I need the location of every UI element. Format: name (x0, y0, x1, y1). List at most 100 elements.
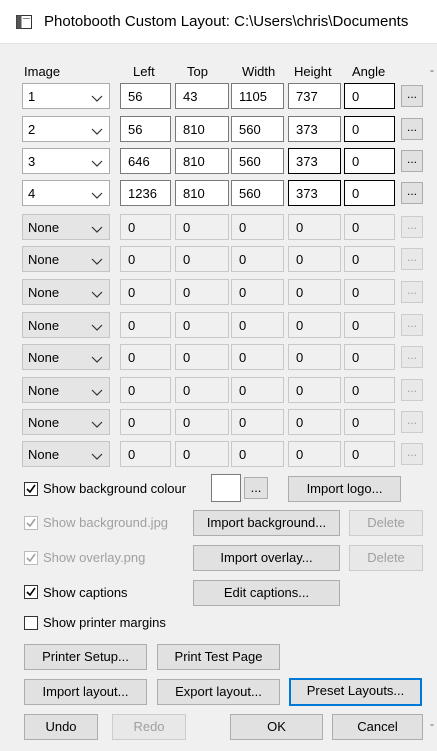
height-field[interactable]: 0 (288, 214, 341, 240)
browse-image-button[interactable]: ... (401, 281, 423, 303)
left-field[interactable]: 0 (120, 246, 171, 272)
left-field[interactable]: 0 (120, 344, 171, 370)
top-field[interactable]: 0 (175, 279, 229, 305)
height-field[interactable]: 0 (288, 409, 341, 435)
image-select[interactable]: None (22, 214, 110, 240)
height-field[interactable]: 0 (288, 246, 341, 272)
angle-field[interactable]: 0 (344, 441, 395, 467)
width-field[interactable]: 0 (231, 344, 284, 370)
angle-field[interactable]: 0 (344, 312, 395, 338)
image-select[interactable]: None (22, 441, 110, 467)
height-field[interactable]: 0 (288, 344, 341, 370)
top-field[interactable]: 810 (175, 180, 229, 206)
image-select[interactable]: 4 (22, 180, 110, 206)
browse-image-button[interactable]: ... (401, 443, 423, 465)
left-field[interactable]: 0 (120, 409, 171, 435)
top-field[interactable]: 0 (175, 214, 229, 240)
angle-field[interactable]: 0 (344, 409, 395, 435)
width-field[interactable]: 0 (231, 312, 284, 338)
width-field[interactable]: 0 (231, 409, 284, 435)
left-field[interactable]: 646 (120, 148, 171, 174)
width-field[interactable]: 560 (231, 116, 284, 142)
import-background-button[interactable]: Import background... (193, 510, 340, 536)
angle-field[interactable]: 0 (344, 116, 395, 142)
left-field[interactable]: 56 (120, 83, 171, 109)
browse-image-button[interactable]: ... (401, 346, 423, 368)
width-field[interactable]: 0 (231, 279, 284, 305)
width-field[interactable]: 560 (231, 148, 284, 174)
image-select[interactable]: None (22, 344, 110, 370)
angle-field[interactable]: 0 (344, 377, 395, 403)
width-field[interactable]: 560 (231, 180, 284, 206)
height-field[interactable]: 373 (288, 180, 341, 206)
export-layout-button[interactable]: Export layout... (157, 679, 280, 705)
image-select[interactable]: None (22, 312, 110, 338)
browse-image-button[interactable]: ... (401, 379, 423, 401)
width-field[interactable]: 0 (231, 246, 284, 272)
preset-layouts-button[interactable]: Preset Layouts... (289, 678, 422, 706)
left-field[interactable]: 0 (120, 312, 171, 338)
cancel-button[interactable]: Cancel (332, 714, 423, 740)
left-field[interactable]: 0 (120, 214, 171, 240)
top-field[interactable]: 810 (175, 116, 229, 142)
browse-image-button[interactable]: ... (401, 118, 423, 140)
import-layout-button[interactable]: Import layout... (24, 679, 147, 705)
browse-image-button[interactable]: ... (401, 314, 423, 336)
top-field[interactable]: 810 (175, 148, 229, 174)
image-select[interactable]: 2 (22, 116, 110, 142)
redo-button[interactable]: Redo (112, 714, 186, 740)
image-select[interactable]: 3 (22, 148, 110, 174)
height-field[interactable]: 373 (288, 148, 341, 174)
image-select[interactable]: None (22, 377, 110, 403)
width-field[interactable]: 1105 (231, 83, 284, 109)
top-field[interactable]: 0 (175, 377, 229, 403)
browse-image-button[interactable]: ... (401, 216, 423, 238)
top-field[interactable]: 0 (175, 344, 229, 370)
choose-colour-button[interactable]: ... (244, 477, 268, 499)
left-field[interactable]: 1236 (120, 180, 171, 206)
top-field[interactable]: 0 (175, 409, 229, 435)
ok-button[interactable]: OK (230, 714, 323, 740)
printer-setup-button[interactable]: Printer Setup... (24, 644, 147, 670)
height-field[interactable]: 0 (288, 441, 341, 467)
left-field[interactable]: 56 (120, 116, 171, 142)
width-field[interactable]: 0 (231, 377, 284, 403)
left-field[interactable]: 0 (120, 441, 171, 467)
angle-field[interactable]: 0 (344, 214, 395, 240)
show-captions-checkbox[interactable] (24, 585, 38, 599)
edit-captions-button[interactable]: Edit captions... (193, 580, 340, 606)
image-select[interactable]: None (22, 409, 110, 435)
angle-field[interactable]: 0 (344, 279, 395, 305)
show-background-colour-checkbox[interactable] (24, 482, 38, 496)
width-field[interactable]: 0 (231, 214, 284, 240)
undo-button[interactable]: Undo (24, 714, 98, 740)
image-select[interactable]: None (22, 279, 110, 305)
show-printer-margins-checkbox[interactable] (24, 616, 38, 630)
top-field[interactable]: 43 (175, 83, 229, 109)
angle-field[interactable]: 0 (344, 180, 395, 206)
left-field[interactable]: 0 (120, 279, 171, 305)
browse-image-button[interactable]: ... (401, 182, 423, 204)
browse-image-button[interactable]: ... (401, 248, 423, 270)
height-field[interactable]: 373 (288, 116, 341, 142)
height-field[interactable]: 0 (288, 279, 341, 305)
browse-image-button[interactable]: ... (401, 150, 423, 172)
angle-field[interactable]: 0 (344, 246, 395, 272)
top-field[interactable]: 0 (175, 441, 229, 467)
height-field[interactable]: 737 (288, 83, 341, 109)
print-test-page-button[interactable]: Print Test Page (157, 644, 280, 670)
browse-image-button[interactable]: ... (401, 85, 423, 107)
import-overlay-button[interactable]: Import overlay... (193, 545, 340, 571)
angle-field[interactable]: 0 (344, 148, 395, 174)
import-logo-button[interactable]: Import logo... (288, 476, 401, 502)
delete-background-button[interactable]: Delete (349, 510, 423, 536)
browse-image-button[interactable]: ... (401, 411, 423, 433)
top-field[interactable]: 0 (175, 246, 229, 272)
angle-field[interactable]: 0 (344, 83, 395, 109)
height-field[interactable]: 0 (288, 312, 341, 338)
angle-field[interactable]: 0 (344, 344, 395, 370)
image-select[interactable]: None (22, 246, 110, 272)
image-select[interactable]: 1 (22, 83, 110, 109)
height-field[interactable]: 0 (288, 377, 341, 403)
width-field[interactable]: 0 (231, 441, 284, 467)
